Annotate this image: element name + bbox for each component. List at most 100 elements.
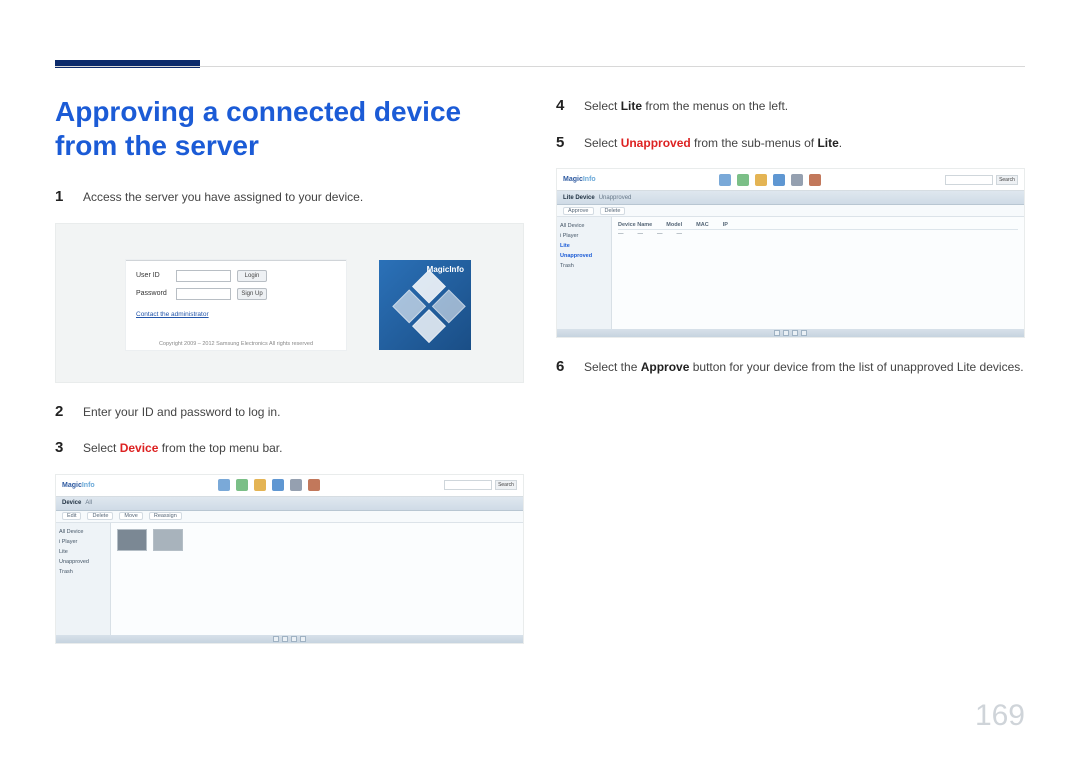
col-mac: MAC bbox=[696, 222, 709, 228]
subbar-approve-button[interactable]: Approve bbox=[563, 207, 594, 215]
pager-first-icon[interactable] bbox=[273, 636, 279, 642]
pager-prev-icon[interactable] bbox=[282, 636, 288, 642]
subbar-reassign[interactable]: Reassign bbox=[149, 512, 182, 520]
col-name: Device Name bbox=[618, 222, 652, 228]
sidebar-item-iplayer[interactable]: i Player bbox=[59, 537, 107, 547]
search-button[interactable]: Search bbox=[495, 480, 517, 490]
content-icon[interactable] bbox=[737, 174, 749, 186]
brand-a: Magic bbox=[563, 176, 583, 183]
pager-last-icon[interactable] bbox=[300, 636, 306, 642]
top-search: Search bbox=[945, 175, 1018, 185]
sidebar-item-iplayer[interactable]: i Player bbox=[560, 231, 608, 241]
settings-icon[interactable] bbox=[809, 174, 821, 186]
app-topbar: MagicInfo Search bbox=[557, 169, 1024, 191]
device-list: Device Name Model MAC IP ———— bbox=[618, 221, 1018, 238]
user-id-label: User ID bbox=[136, 272, 170, 279]
crumb-device: Device bbox=[62, 500, 81, 506]
step-2: 2 Enter your ID and password to log in. bbox=[55, 401, 524, 424]
step-text: Access the server you have assigned to y… bbox=[83, 186, 524, 209]
highlight-device: Device bbox=[120, 441, 159, 455]
user-id-field[interactable] bbox=[176, 270, 231, 282]
device-thumbnail[interactable] bbox=[153, 529, 183, 551]
app-body: All Device i Player Lite Unapproved Tras… bbox=[56, 523, 523, 635]
col-model: Model bbox=[666, 222, 682, 228]
step-suffix: . bbox=[839, 136, 842, 150]
copyright-text: Copyright 2009 – 2012 Samsung Electronic… bbox=[126, 341, 346, 347]
sidebar-item-lite[interactable]: Lite bbox=[59, 547, 107, 557]
user-icon[interactable] bbox=[791, 174, 803, 186]
crumb-unapproved: Unapproved bbox=[599, 195, 632, 201]
pager-last-icon[interactable] bbox=[801, 330, 807, 336]
device-thumbnail[interactable] bbox=[117, 529, 147, 551]
settings-icon[interactable] bbox=[308, 479, 320, 491]
login-card: User ID Login Password Sign Up Contact t… bbox=[126, 260, 346, 350]
highlight-unapproved: Unapproved bbox=[621, 136, 691, 150]
pager-next-icon[interactable] bbox=[792, 330, 798, 336]
app-body: All Device i Player Lite Unapproved Tras… bbox=[557, 217, 1024, 329]
step-text: Select Lite from the menus on the left. bbox=[584, 95, 1025, 118]
login-button[interactable]: Login bbox=[237, 270, 267, 282]
subbar-edit[interactable]: Edit bbox=[62, 512, 81, 520]
contact-admin-link[interactable]: Contact the administrator bbox=[126, 303, 346, 318]
diamond-icon bbox=[387, 269, 471, 349]
sidebar-item-unapproved[interactable]: Unapproved bbox=[59, 557, 107, 567]
screenshot-unapproved: MagicInfo Search bbox=[556, 168, 1025, 338]
app-subbar: Edit Delete Move Reassign bbox=[56, 511, 523, 523]
sidebar-item-all[interactable]: All Device bbox=[560, 221, 608, 231]
search-button[interactable]: Search bbox=[996, 175, 1018, 185]
device-icon[interactable] bbox=[272, 479, 284, 491]
section-title: Approving a connected device from the se… bbox=[55, 95, 524, 162]
schedule-icon[interactable] bbox=[254, 479, 266, 491]
brand-b: Info bbox=[583, 176, 596, 183]
step-prefix: Select bbox=[584, 136, 621, 150]
app-main-area bbox=[111, 523, 523, 635]
app-brand: MagicInfo bbox=[563, 176, 596, 183]
search-field[interactable] bbox=[444, 480, 492, 490]
content-columns: Approving a connected device from the se… bbox=[55, 40, 1025, 662]
screenshot-login: User ID Login Password Sign Up Contact t… bbox=[55, 223, 524, 383]
col-ip: IP bbox=[723, 222, 728, 228]
bold-approve: Approve bbox=[641, 360, 690, 374]
sidebar-item-lite[interactable]: Lite bbox=[560, 241, 608, 251]
step-number: 4 bbox=[556, 95, 570, 118]
home-icon[interactable] bbox=[719, 174, 731, 186]
app-pager bbox=[557, 329, 1024, 337]
bold-lite: Lite bbox=[621, 99, 642, 113]
subbar-delete[interactable]: Delete bbox=[87, 512, 113, 520]
signup-button[interactable]: Sign Up bbox=[237, 288, 267, 300]
step-text: Select Device from the top menu bar. bbox=[83, 437, 524, 460]
device-icon[interactable] bbox=[773, 174, 785, 186]
crumb-lite-device: Lite Device bbox=[563, 195, 595, 201]
header-rule bbox=[55, 66, 1025, 67]
subbar-move[interactable]: Move bbox=[119, 512, 142, 520]
sidebar-item-unapproved[interactable]: Unapproved bbox=[560, 251, 608, 261]
app-brand: MagicInfo bbox=[62, 482, 95, 489]
step-prefix: Select bbox=[83, 441, 120, 455]
app-subbar: Approve Delete bbox=[557, 205, 1024, 217]
sidebar-item-trash[interactable]: Trash bbox=[59, 567, 107, 577]
sidebar-item-trash[interactable]: Trash bbox=[560, 261, 608, 271]
login-row-pass: Password Sign Up bbox=[126, 285, 346, 303]
password-label: Password bbox=[136, 290, 170, 297]
user-icon[interactable] bbox=[290, 479, 302, 491]
subbar-delete[interactable]: Delete bbox=[600, 207, 626, 215]
pager-next-icon[interactable] bbox=[291, 636, 297, 642]
top-search: Search bbox=[444, 480, 517, 490]
app-pager bbox=[56, 635, 523, 643]
sidebar-item-all[interactable]: All Device bbox=[59, 527, 107, 537]
app-sidebar: All Device i Player Lite Unapproved Tras… bbox=[557, 217, 612, 329]
schedule-icon[interactable] bbox=[755, 174, 767, 186]
pager-prev-icon[interactable] bbox=[783, 330, 789, 336]
password-field[interactable] bbox=[176, 288, 231, 300]
content-icon[interactable] bbox=[236, 479, 248, 491]
brand-a: Magic bbox=[62, 482, 82, 489]
pager-first-icon[interactable] bbox=[774, 330, 780, 336]
top-nav-icons bbox=[719, 174, 821, 186]
app-breadcrumb: Lite Device Unapproved bbox=[557, 191, 1024, 205]
left-column: Approving a connected device from the se… bbox=[55, 95, 524, 662]
home-icon[interactable] bbox=[218, 479, 230, 491]
search-field[interactable] bbox=[945, 175, 993, 185]
table-row[interactable]: ———— bbox=[618, 230, 1018, 238]
app-sidebar: All Device i Player Lite Unapproved Tras… bbox=[56, 523, 111, 635]
app-breadcrumb: Device All bbox=[56, 497, 523, 511]
